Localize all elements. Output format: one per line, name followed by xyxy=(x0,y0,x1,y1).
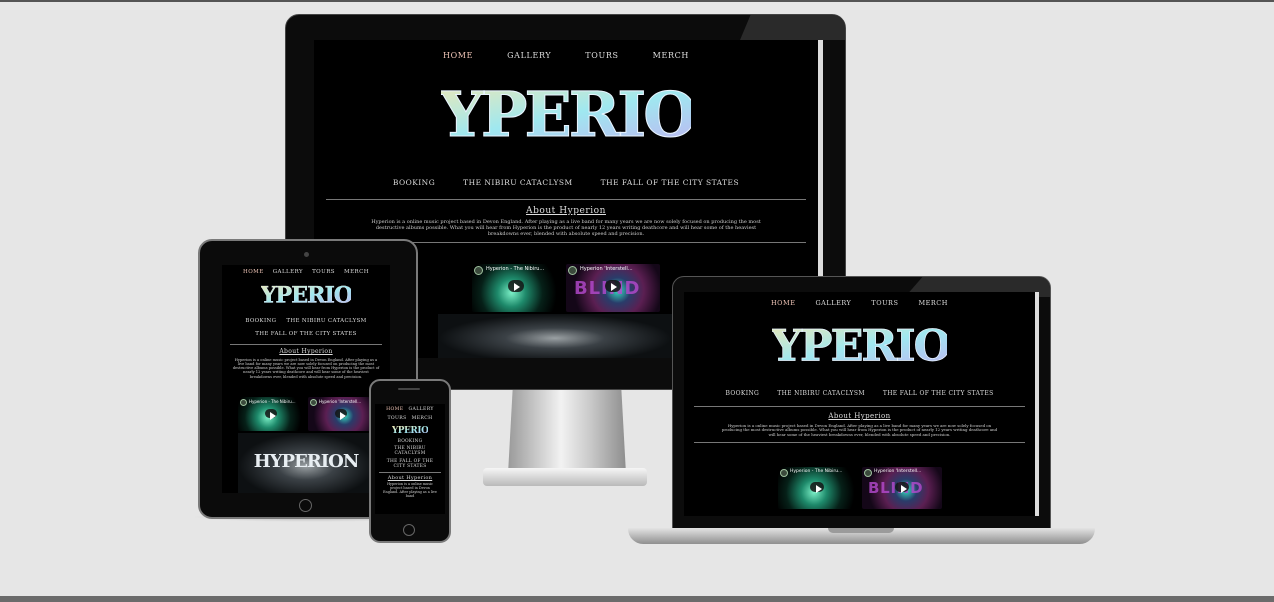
sub-nav-booking[interactable]: BOOKING xyxy=(245,318,276,324)
tablet-sub-nav-row2: THE FALL OF THE CITY STATES xyxy=(222,331,390,337)
laptop-notch xyxy=(828,528,894,533)
nav-merch[interactable]: MERCH xyxy=(918,299,948,307)
video-title-2: Hyperion 'Interstell... xyxy=(874,469,922,474)
channel-avatar-icon xyxy=(240,399,247,406)
video-title-1: Hyperion - The Nibiru... xyxy=(486,266,545,272)
nav-merch[interactable]: MERCH xyxy=(344,269,369,275)
tablet-divider xyxy=(230,344,382,345)
nav-gallery[interactable]: GALLERY xyxy=(408,407,433,412)
channel-avatar-icon xyxy=(568,266,577,275)
monitor-glare xyxy=(740,15,845,40)
nav-tours[interactable]: TOURS xyxy=(871,299,898,307)
play-icon[interactable] xyxy=(265,409,277,420)
phone-screen: HOME GALLERY TOURS MERCH HYPERION BOOKIN… xyxy=(375,404,445,514)
about-text: Hyperion is a online music project based… xyxy=(721,423,998,437)
nav-tours[interactable]: TOURS xyxy=(585,51,618,60)
sub-nav-nibiru[interactable]: THE NIBIRU CATACLYSM xyxy=(463,178,573,187)
video-thumbnail-1[interactable]: Hyperion - The Nibiru... xyxy=(778,467,858,509)
logo-text: HYPERION xyxy=(772,321,947,372)
desktop-divider xyxy=(326,199,806,200)
video-thumbnail-1[interactable]: Hyperion - The Nibiru... xyxy=(238,397,304,431)
sub-nav-booking[interactable]: BOOKING xyxy=(725,390,759,397)
play-icon[interactable] xyxy=(895,482,909,493)
tablet-sub-nav-row1: BOOKING THE NIBIRU CATACLYSM xyxy=(222,318,390,324)
play-icon[interactable] xyxy=(508,280,524,292)
nav-gallery[interactable]: GALLERY xyxy=(815,299,851,307)
phone-nav-row2: TOURS MERCH xyxy=(375,416,445,421)
nav-tours[interactable]: TOURS xyxy=(312,269,335,275)
logo-text: HYPERION xyxy=(441,78,691,151)
nav-home[interactable]: HOME xyxy=(386,407,403,412)
channel-avatar-icon xyxy=(780,469,788,477)
sub-nav-booking[interactable]: BOOKING xyxy=(393,178,435,187)
tablet-nav: HOME GALLERY TOURS MERCH xyxy=(222,269,390,275)
sub-nav-nibiru[interactable]: THE NIBIRU CATACLYSM xyxy=(286,318,366,324)
hyperion-logo[interactable]: HYPERION xyxy=(392,423,428,437)
play-icon[interactable] xyxy=(810,482,824,493)
sub-nav-booking[interactable]: BOOKING xyxy=(375,439,445,444)
about-heading: About Hyperion xyxy=(387,475,433,482)
video-thumbnail-2[interactable]: Hyperion 'Interstell... BLIND xyxy=(862,467,942,509)
phone-divider xyxy=(379,472,441,474)
sub-nav-city-states[interactable]: THE FALL OF THE CITY STATES xyxy=(255,331,357,337)
hyperion-logo[interactable]: HYPERION xyxy=(441,70,691,160)
play-icon[interactable] xyxy=(605,280,621,292)
laptop-sub-nav: BOOKING THE NIBIRU CATACLYSM THE FALL OF… xyxy=(684,390,1035,397)
about-heading: About Hyperion xyxy=(279,348,333,355)
phone-speaker xyxy=(398,388,420,390)
monitor-stand-neck xyxy=(508,388,626,474)
channel-avatar-icon xyxy=(474,266,483,275)
video-title-2: Hyperion 'Interstell... xyxy=(580,266,633,272)
about-heading: About Hyperion xyxy=(828,412,891,420)
logo-text: HYPERION xyxy=(392,426,428,436)
sub-nav-city-states[interactable]: THE FALL OF THE CITY STATES xyxy=(601,178,739,187)
sub-nav-city-states[interactable]: THE FALL OF THE CITY STATES xyxy=(381,459,439,470)
video-title-1: Hyperion - The Nibiru... xyxy=(790,469,843,474)
nav-gallery[interactable]: GALLERY xyxy=(507,51,551,60)
tablet-camera xyxy=(304,252,309,257)
about-text: Hyperion is a online music project based… xyxy=(371,219,761,237)
channel-avatar-icon xyxy=(310,399,317,406)
video-thumbnail-2[interactable]: Hyperion 'Interstell... BLIND xyxy=(566,264,660,312)
tablet-screen: HOME GALLERY TOURS MERCH HYPERION BOOKIN… xyxy=(222,265,390,493)
tablet-home-button[interactable] xyxy=(299,499,312,512)
about-heading: About Hyperion xyxy=(526,206,606,216)
sub-nav-city-states[interactable]: THE FALL OF THE CITY STATES xyxy=(883,390,994,397)
video-thumbnail-1[interactable]: Hyperion - The Nibiru... xyxy=(472,264,560,312)
nav-home[interactable]: HOME xyxy=(771,299,795,307)
laptop-scrollbar[interactable] xyxy=(1035,292,1039,516)
logo-text: HYPERION xyxy=(261,283,351,309)
hyperion-logo[interactable]: HYPERION xyxy=(261,278,351,312)
nav-tours[interactable]: TOURS xyxy=(387,416,406,421)
sub-nav-nibiru[interactable]: THE NIBIRU CATACLYSM xyxy=(777,390,865,397)
desktop-sub-nav: BOOKING THE NIBIRU CATACLYSM THE FALL OF… xyxy=(314,178,818,187)
video-thumbnail-2[interactable]: Hyperion 'Interstell... xyxy=(308,397,374,431)
play-icon[interactable] xyxy=(335,409,347,420)
nav-home[interactable]: HOME xyxy=(243,269,264,275)
video-title-1: Hyperion - The Nibiru... xyxy=(249,399,296,404)
nav-merch[interactable]: MERCH xyxy=(653,51,689,60)
nav-home[interactable]: HOME xyxy=(443,51,473,60)
laptop-divider xyxy=(694,406,1025,407)
about-text: Hyperion is a online music project based… xyxy=(383,482,437,499)
monitor-stand-base xyxy=(483,468,647,486)
sub-nav-nibiru[interactable]: THE NIBIRU CATACLYSM xyxy=(381,446,439,457)
hyperion-logo[interactable]: HYPERION xyxy=(772,314,947,378)
phone-home-button[interactable] xyxy=(403,524,415,536)
band-banner-image xyxy=(438,314,672,358)
nav-merch[interactable]: MERCH xyxy=(412,416,433,421)
about-text: Hyperion is a online music project based… xyxy=(232,358,380,379)
frame-top-border xyxy=(0,0,1274,2)
video-title-2: Hyperion 'Interstell... xyxy=(319,399,362,404)
banner-text: HYPERION xyxy=(253,451,360,472)
desktop-nav: HOME GALLERY TOURS MERCH xyxy=(314,51,818,60)
laptop-screen: HOME GALLERY TOURS MERCH HYPERION BOOKIN… xyxy=(684,292,1035,516)
phone-nav-row1: HOME GALLERY xyxy=(375,407,445,412)
band-banner-image: HYPERION xyxy=(238,433,374,493)
frame-bottom-border xyxy=(0,596,1274,602)
laptop-divider-2 xyxy=(694,442,1025,444)
laptop-nav: HOME GALLERY TOURS MERCH xyxy=(684,299,1035,307)
channel-avatar-icon xyxy=(864,469,872,477)
nav-gallery[interactable]: GALLERY xyxy=(273,269,303,275)
